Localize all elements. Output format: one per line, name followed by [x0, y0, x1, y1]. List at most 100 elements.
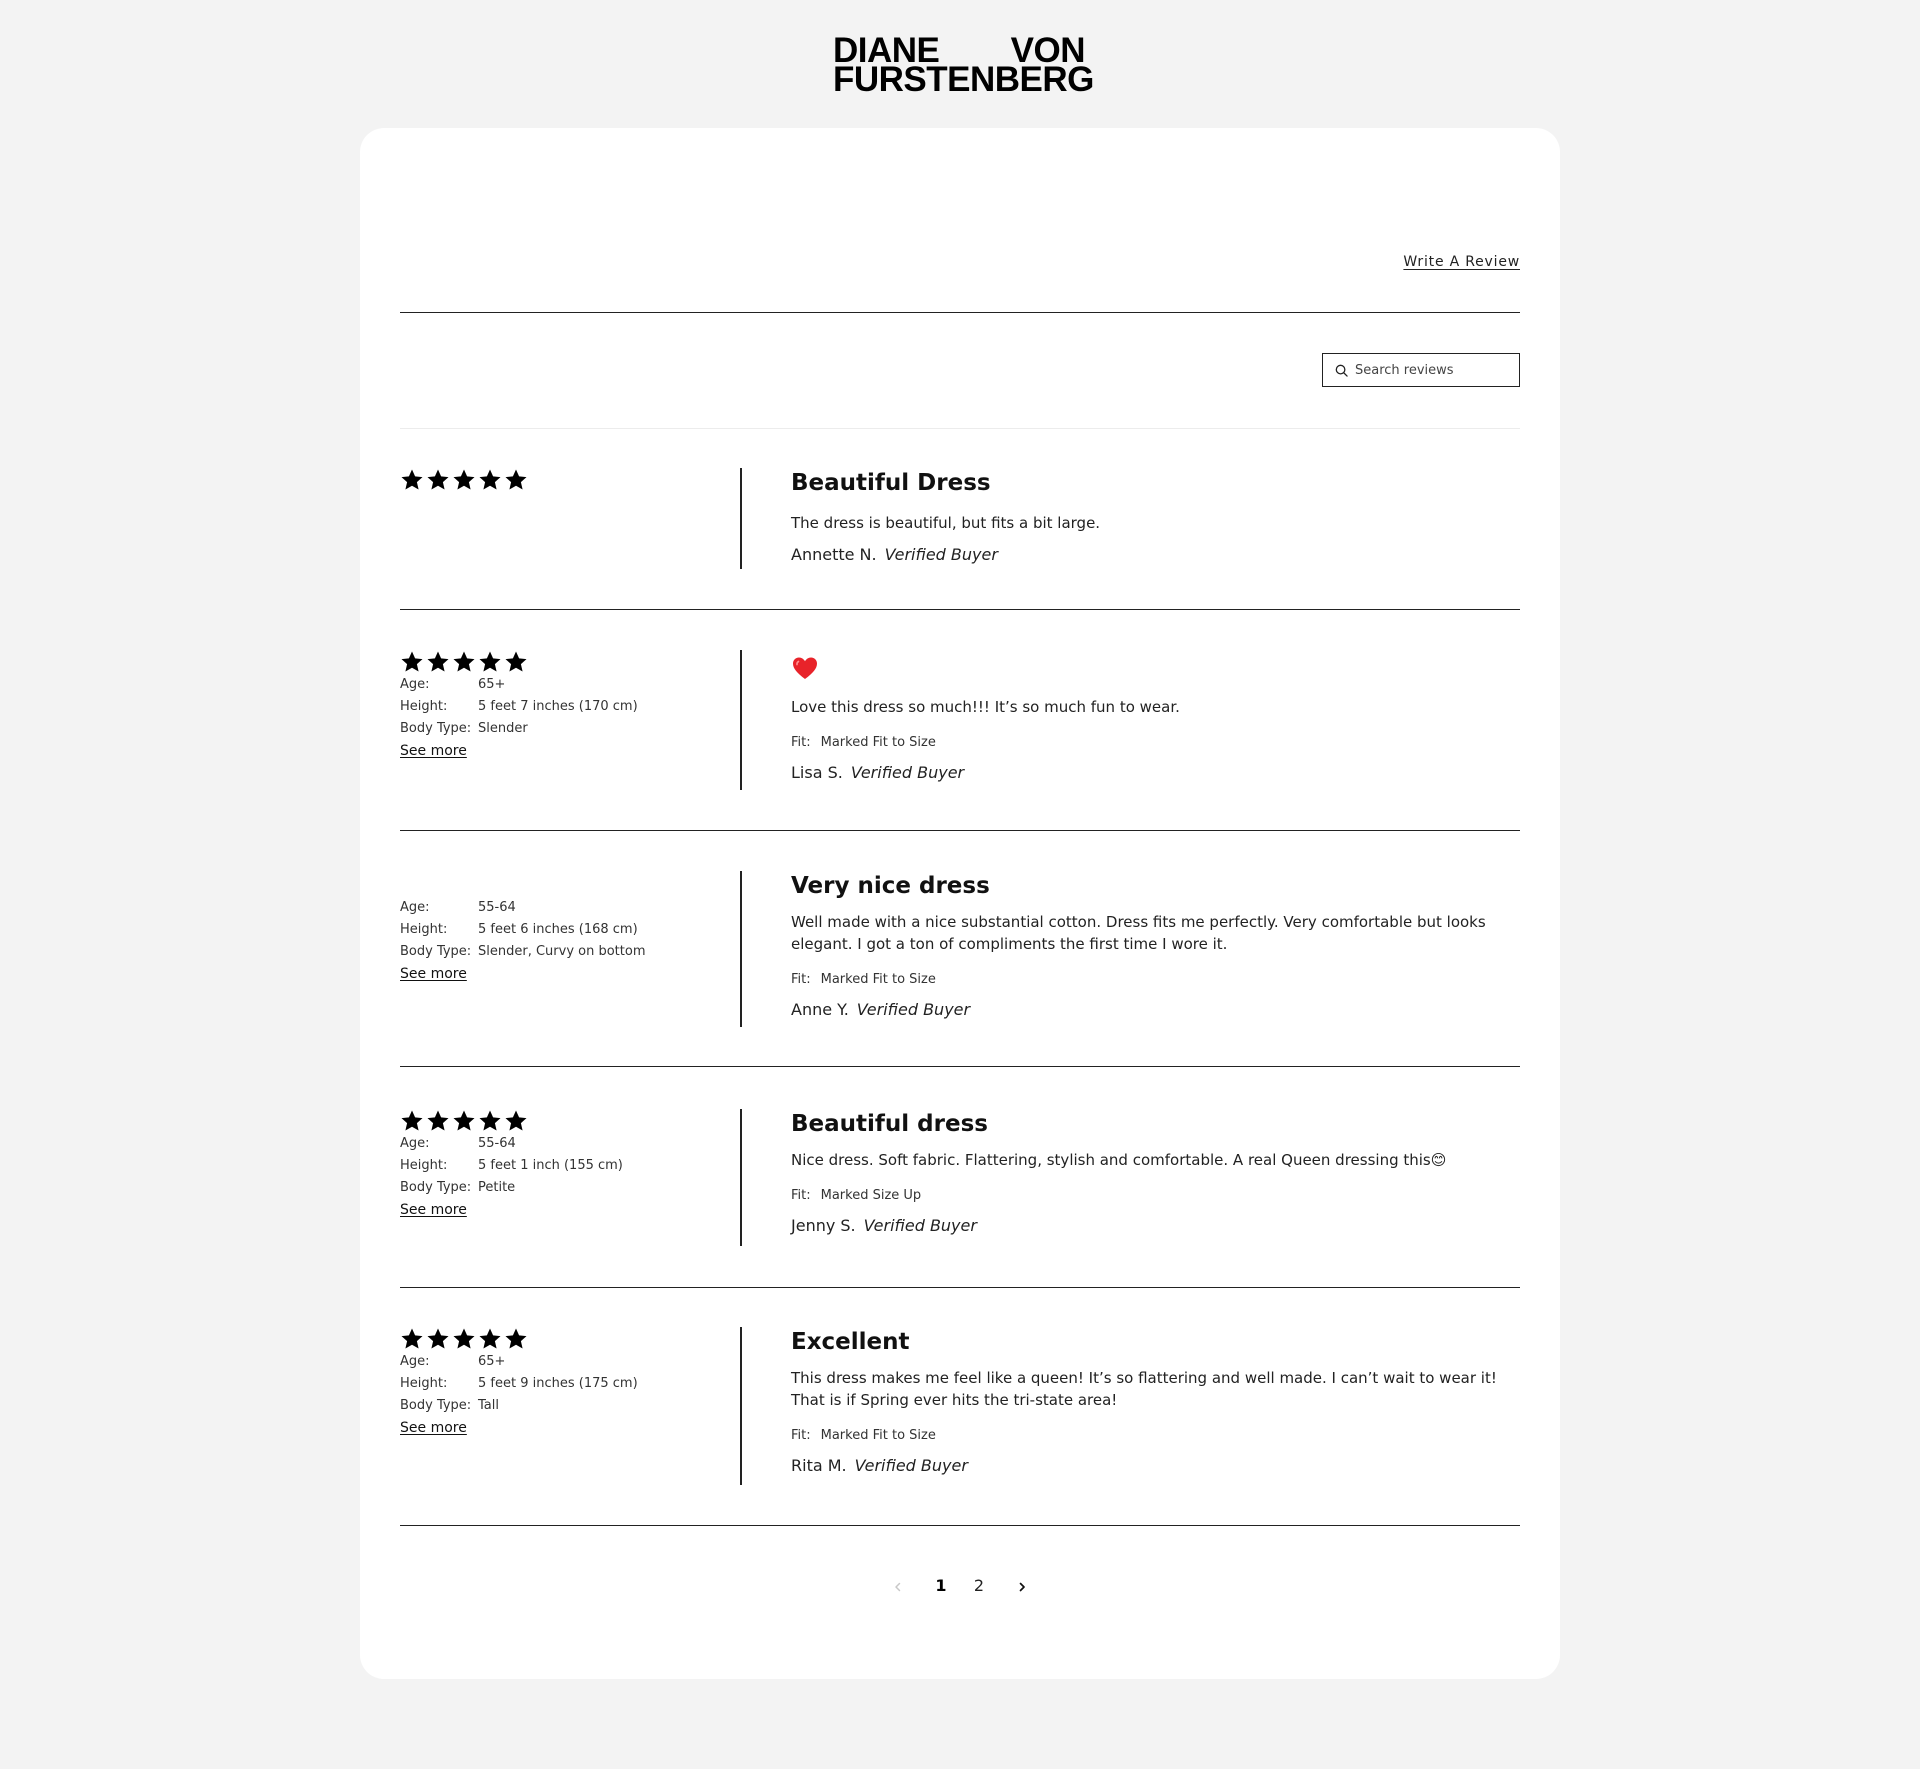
review-content: Beautiful Dress The dress is beautiful, …: [791, 468, 1520, 566]
star-icon: [401, 469, 423, 490]
review-meta: Age: 65+ Height: 5 feet 9 inches (175 cm) …: [400, 1327, 720, 1439]
prev-page-button[interactable]: [874, 1576, 922, 1595]
star-icon: [401, 1328, 423, 1349]
attribute-label: Age:: [400, 1354, 430, 1369]
attribute-value: 55-64: [478, 1136, 516, 1151]
review-author: Annette N. Verified Buyer: [791, 544, 1520, 566]
author-name: Anne Y.: [791, 1000, 849, 1019]
star-icon: [401, 1110, 423, 1131]
attribute-body-type: Body Type: Petite: [400, 1177, 720, 1199]
attribute-label: Body Type:: [400, 721, 472, 736]
reviewer-attributes: Age: 65+ Height: 5 feet 9 inches (175 cm) …: [400, 1351, 720, 1417]
attribute-age: Age: 65+: [400, 1351, 720, 1373]
review-body: Well made with a nice substantial cotton…: [791, 913, 1486, 953]
star-icon: [427, 1110, 449, 1131]
fit-value: Marked Fit to Size: [820, 735, 936, 750]
review-fit: Fit: Marked Fit to Size: [791, 734, 1520, 752]
fit-label: Fit:: [791, 972, 811, 987]
fit-value: Marked Size Up: [820, 1188, 922, 1203]
review-fit: Fit: Marked Size Up: [791, 1187, 1520, 1205]
attribute-label: Age:: [400, 677, 430, 692]
see-more-link[interactable]: See more: [400, 963, 467, 985]
verified-buyer-badge: Verified Buyer: [854, 1456, 968, 1475]
review-title: Excellent: [791, 1329, 910, 1355]
attribute-value: Tall: [478, 1398, 499, 1413]
review-divider: [740, 1327, 742, 1485]
star-rating: [400, 650, 720, 674]
attribute-value: 5 feet 9 inches (175 cm): [478, 1376, 638, 1391]
attribute-body-type: Body Type: Slender: [400, 718, 720, 740]
star-icon: [427, 651, 449, 672]
attribute-age: Age: 55-64: [400, 897, 720, 919]
review-fit: Fit: Marked Fit to Size: [791, 1427, 1520, 1445]
star-icon: [453, 1110, 475, 1131]
search-input[interactable]: [1355, 362, 1505, 378]
attribute-value: Petite: [478, 1180, 516, 1195]
review-title: Beautiful dress: [791, 1111, 988, 1137]
author-name: Annette N.: [791, 545, 877, 564]
attribute-value: 65+: [478, 1354, 506, 1369]
fit-label: Fit:: [791, 735, 811, 750]
attribute-value: 65+: [478, 677, 506, 692]
header-divider: [400, 312, 1520, 313]
attribute-value: 55-64: [478, 900, 516, 915]
attribute-label: Body Type:: [400, 1398, 472, 1413]
see-more-link[interactable]: See more: [400, 1417, 467, 1439]
review-author: Anne Y. Verified Buyer: [791, 999, 1520, 1021]
review-meta: Age: 55-64 Height: 5 feet 6 inches (168 cm…: [400, 897, 720, 985]
page-1-button[interactable]: 1: [922, 1576, 960, 1595]
verified-buyer-badge: Verified Buyer: [863, 1216, 977, 1235]
chevron-right-icon: [1019, 1582, 1025, 1591]
fit-value: Marked Fit to Size: [820, 972, 936, 987]
fit-value: Marked Fit to Size: [820, 1428, 936, 1443]
verified-buyer-badge: Verified Buyer: [856, 1000, 971, 1019]
attribute-age: Age: 65+: [400, 674, 720, 696]
review-divider: [740, 1109, 742, 1246]
review-item: Beautiful Dress The dress is beautiful, …: [400, 468, 1520, 610]
attribute-value: 5 feet 1 inch (155 cm): [478, 1158, 623, 1173]
attribute-label: Height:: [400, 922, 448, 937]
write-review-link[interactable]: Write A Review: [1403, 254, 1520, 270]
star-icon: [505, 1110, 527, 1131]
brand-logo[interactable]: DIANE VON FURSTENBERG: [833, 33, 1094, 99]
attribute-height: Height: 5 feet 6 inches (168 cm): [400, 919, 720, 941]
see-more-link[interactable]: See more: [400, 1199, 467, 1221]
star-icon: [505, 1328, 527, 1349]
verified-buyer-badge: Verified Buyer: [884, 545, 998, 564]
review-item: Age: 65+ Height: 5 feet 9 inches (175 cm) …: [400, 1327, 1520, 1526]
author-name: Jenny S.: [791, 1216, 856, 1235]
page-2-button[interactable]: 2: [960, 1576, 998, 1595]
review-title: Very nice dress: [791, 873, 990, 899]
search-divider: [400, 428, 1520, 429]
star-icon: [453, 1328, 475, 1349]
review-content: Very nice dress Well made with a nice su…: [791, 871, 1520, 1021]
review-content: Beautiful dress Nice dress. Soft fabric.…: [791, 1109, 1520, 1237]
attribute-value: 5 feet 6 inches (168 cm): [478, 922, 638, 937]
star-rating: [400, 1327, 720, 1351]
star-rating: [400, 1109, 720, 1133]
search-reviews-box[interactable]: [1322, 353, 1520, 387]
attribute-height: Height: 5 feet 1 inch (155 cm): [400, 1155, 720, 1177]
attribute-value: 5 feet 7 inches (170 cm): [478, 699, 638, 714]
see-more-link[interactable]: See more: [400, 740, 467, 762]
brand-logo-word-3: FURSTENBERG: [833, 60, 1094, 99]
star-rating: [400, 468, 720, 492]
attribute-value: Slender: [478, 721, 528, 736]
star-icon: [505, 651, 527, 672]
review-meta: Age: 65+ Height: 5 feet 7 inches (170 cm) …: [400, 650, 720, 762]
review-author: Rita M. Verified Buyer: [791, 1455, 1520, 1477]
author-name: Rita M.: [791, 1456, 847, 1475]
review-item: Age: 65+ Height: 5 feet 7 inches (170 cm) …: [400, 650, 1520, 831]
reviewer-attributes: Age: 55-64 Height: 5 feet 6 inches (168 cm…: [400, 897, 720, 963]
star-icon: [453, 651, 475, 672]
next-page-button[interactable]: [998, 1576, 1046, 1595]
star-icon: [479, 651, 501, 672]
star-icon: [479, 469, 501, 490]
attribute-body-type: Body Type: Tall: [400, 1395, 720, 1417]
attribute-label: Height:: [400, 699, 448, 714]
review-body: Love this dress so much!!! It’s so much …: [791, 698, 1180, 716]
attribute-height: Height: 5 feet 9 inches (175 cm): [400, 1373, 720, 1395]
review-body: The dress is beautiful, but fits a bit l…: [791, 514, 1101, 532]
attribute-value: Slender, Curvy on bottom: [478, 944, 646, 959]
review-divider: [740, 468, 742, 569]
